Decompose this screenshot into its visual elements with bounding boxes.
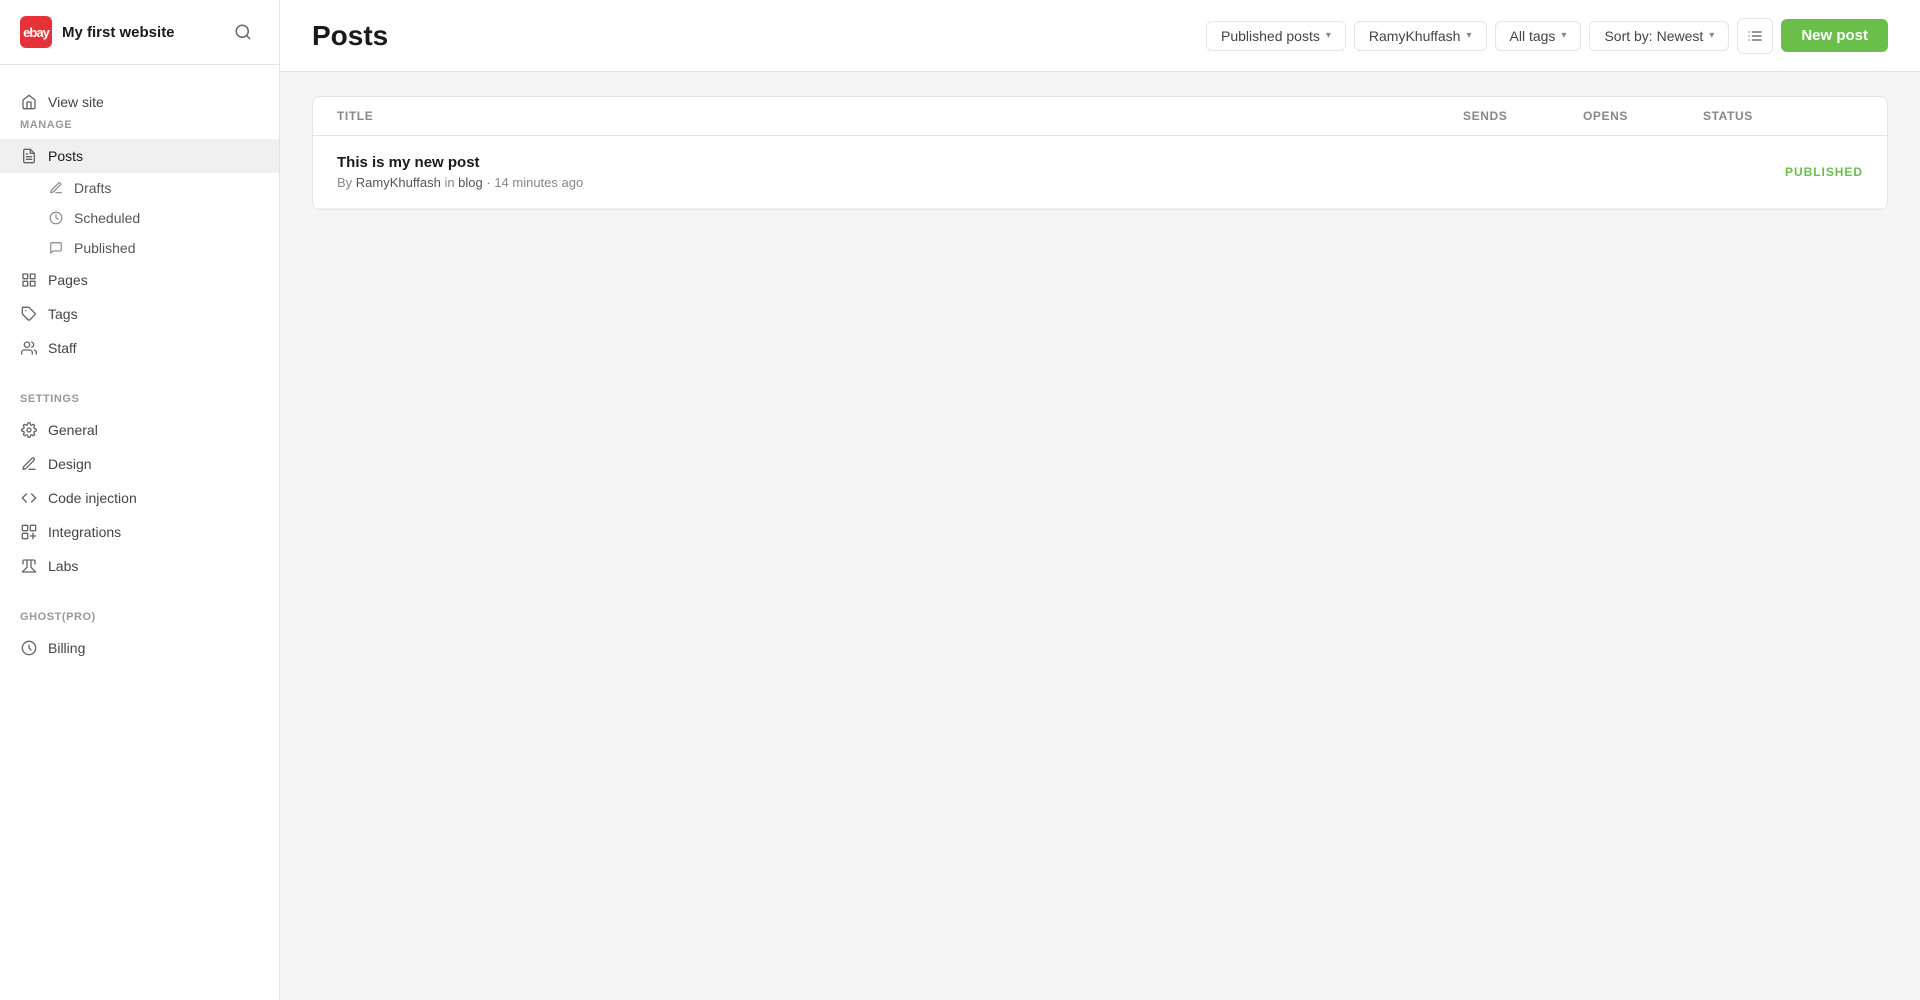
scheduled-icon	[48, 210, 64, 226]
design-icon	[20, 455, 38, 473]
general-icon	[20, 421, 38, 439]
manage-section: View site MANAGE Posts Drafts	[0, 65, 279, 373]
filter-published-button[interactable]: Published posts ▾	[1206, 21, 1346, 51]
new-post-button[interactable]: New post	[1781, 19, 1888, 52]
tags-label: Tags	[48, 306, 78, 322]
sidebar-item-label: View site	[48, 94, 104, 110]
posts-submenu: Drafts Scheduled Published	[0, 173, 279, 263]
general-label: General	[48, 422, 98, 438]
staff-icon	[20, 339, 38, 357]
column-opens: OPENS	[1583, 109, 1703, 123]
design-label: Design	[48, 456, 92, 472]
filter-published-label: Published posts	[1221, 28, 1320, 44]
filter-sort-label: Sort by: Newest	[1604, 28, 1703, 44]
filter-sort-button[interactable]: Sort by: Newest ▾	[1589, 21, 1729, 51]
labs-icon	[20, 557, 38, 575]
code-injection-label: Code injection	[48, 490, 137, 506]
filter-author-button[interactable]: RamyKhuffash ▾	[1354, 21, 1487, 51]
column-status: STATUS	[1703, 109, 1863, 123]
chevron-down-icon: ▾	[1326, 30, 1331, 41]
billing-label: Billing	[48, 640, 85, 656]
sidebar-item-design[interactable]: Design	[0, 447, 279, 481]
page-title: Posts	[312, 20, 388, 52]
sidebar-item-labs[interactable]: Labs	[0, 549, 279, 583]
filter-tags-button[interactable]: All tags ▾	[1495, 21, 1582, 51]
post-title: This is my new post	[337, 154, 1463, 171]
integrations-label: Integrations	[48, 524, 121, 540]
sidebar-item-billing[interactable]: Billing	[0, 631, 279, 665]
sidebar-item-view-site[interactable]: View site	[0, 85, 279, 119]
sidebar-item-posts[interactable]: Posts	[0, 139, 279, 173]
table-row[interactable]: This is my new post By RamyKhuffash in b…	[313, 136, 1887, 209]
published-icon	[48, 240, 64, 256]
sidebar-item-integrations[interactable]: Integrations	[0, 515, 279, 549]
sidebar-header: ebay My first website	[0, 0, 279, 65]
post-author[interactable]: RamyKhuffash	[356, 175, 441, 190]
filter-tags-label: All tags	[1510, 28, 1556, 44]
posts-table: TITLE SENDS OPENS STATUS This is my new …	[312, 96, 1888, 210]
post-meta: By RamyKhuffash in blog · 14 minutes ago	[337, 175, 1463, 190]
posts-icon	[20, 147, 38, 165]
staff-label: Staff	[48, 340, 77, 356]
sidebar-item-tags[interactable]: Tags	[0, 297, 279, 331]
column-settings-button[interactable]	[1737, 18, 1773, 54]
sidebar-item-drafts[interactable]: Drafts	[0, 173, 279, 203]
sidebar-logo: ebay My first website	[20, 16, 175, 48]
status-badge: PUBLISHED	[1703, 165, 1863, 179]
post-location[interactable]: blog	[458, 175, 483, 190]
chevron-down-icon: ▾	[1466, 30, 1471, 41]
header-controls: Published posts ▾ RamyKhuffash ▾ All tag…	[1206, 18, 1888, 54]
search-button[interactable]	[227, 16, 259, 48]
main-content: Posts Published posts ▾ RamyKhuffash ▾ A…	[280, 0, 1920, 1000]
integrations-icon	[20, 523, 38, 541]
sidebar-item-scheduled[interactable]: Scheduled	[0, 203, 279, 233]
manage-label: MANAGE	[0, 119, 279, 139]
labs-label: Labs	[48, 558, 78, 574]
settings-section: SETTINGS General Design C	[0, 373, 279, 591]
sidebar-item-label: Posts	[48, 148, 83, 164]
chevron-down-icon: ▾	[1561, 30, 1566, 41]
sidebar-item-pages[interactable]: Pages	[0, 263, 279, 297]
drafts-icon	[48, 180, 64, 196]
home-icon	[20, 93, 38, 111]
settings-label: SETTINGS	[0, 393, 279, 413]
drafts-label: Drafts	[74, 180, 111, 196]
site-name: My first website	[62, 24, 175, 41]
main-header: Posts Published posts ▾ RamyKhuffash ▾ A…	[280, 0, 1920, 72]
sidebar-item-code-injection[interactable]: Code injection	[0, 481, 279, 515]
sidebar-item-general[interactable]: General	[0, 413, 279, 447]
billing-icon	[20, 639, 38, 657]
pages-label: Pages	[48, 272, 88, 288]
chevron-down-icon: ▾	[1709, 30, 1714, 41]
published-label: Published	[74, 240, 136, 256]
logo-icon: ebay	[20, 16, 52, 48]
ghost-pro-label: GHOST(PRO)	[0, 611, 279, 631]
tags-icon	[20, 305, 38, 323]
ghost-pro-section: GHOST(PRO) Billing	[0, 591, 279, 673]
column-sends: SENDS	[1463, 109, 1583, 123]
post-info: This is my new post By RamyKhuffash in b…	[337, 154, 1463, 190]
column-title: TITLE	[337, 109, 1463, 123]
sidebar-item-staff[interactable]: Staff	[0, 331, 279, 365]
code-icon	[20, 489, 38, 507]
pages-icon	[20, 271, 38, 289]
post-time: 14 minutes ago	[494, 175, 583, 190]
filter-author-label: RamyKhuffash	[1369, 28, 1461, 44]
sidebar-item-published[interactable]: Published	[0, 233, 279, 263]
sidebar: ebay My first website View site MANAGE	[0, 0, 280, 1000]
scheduled-label: Scheduled	[74, 210, 140, 226]
table-header: TITLE SENDS OPENS STATUS	[313, 97, 1887, 136]
